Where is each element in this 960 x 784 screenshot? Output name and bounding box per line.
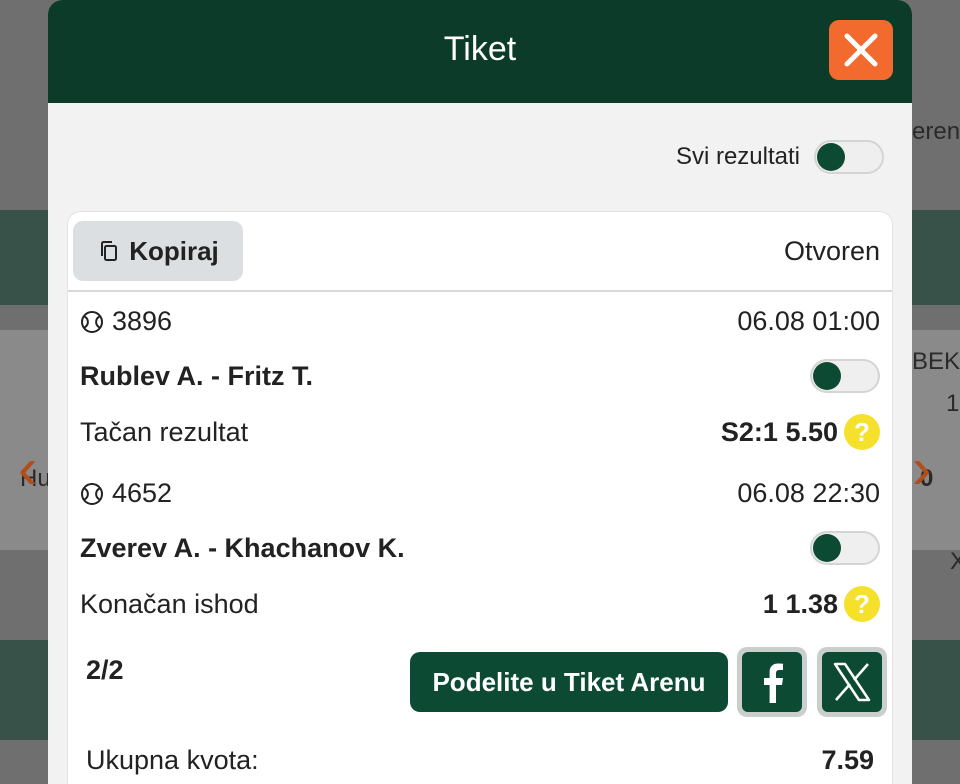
- bet-value: S2:1 5.50 ?: [721, 414, 880, 450]
- facebook-share-button[interactable]: [737, 647, 807, 717]
- event-header: 4652 06.08 22:30: [80, 478, 880, 509]
- bet-type: Tačan rezultat: [80, 416, 249, 447]
- event-match-row: Rublev A. - Fritz T.: [80, 359, 880, 393]
- close-button[interactable]: [829, 20, 893, 80]
- background-text: X: [950, 548, 960, 575]
- toggle-knob: [813, 362, 841, 390]
- event-id: 3896: [80, 306, 172, 337]
- x-share-button[interactable]: [817, 647, 887, 717]
- all-results-row: Svi rezultati: [676, 140, 884, 174]
- copy-button[interactable]: Kopiraj: [73, 221, 243, 281]
- bet-value-text: S2:1 5.50: [720, 416, 838, 447]
- carousel-next-icon[interactable]: ›: [912, 440, 931, 498]
- total-odds-label: Ukupna kvota:: [86, 745, 259, 775]
- close-x-icon: [844, 33, 878, 67]
- event-datetime: 06.08 22:30: [737, 478, 880, 508]
- modal-header: Tiket: [48, 0, 912, 103]
- event-id-text: 3896: [112, 306, 173, 336]
- event-match: Zverev A. - Khachanov K.: [80, 532, 405, 563]
- all-results-label: Svi rezultati: [675, 143, 800, 170]
- event-datetime: 06.08 01:00: [737, 306, 880, 336]
- total-odds-value: 7.59: [821, 745, 874, 775]
- toggle-knob: [817, 143, 845, 171]
- ticket-card: Kopiraj Otvoren 3896 06.08 01:00 Rublev …: [67, 211, 893, 784]
- bet-value: 1 1.38 ?: [763, 586, 880, 622]
- event-toggle[interactable]: [810, 531, 880, 565]
- background-text: BEKI: [912, 348, 960, 375]
- event-header: 3896 06.08 01:00: [80, 306, 880, 337]
- background-text: 17: [946, 390, 960, 417]
- carousel-prev-icon[interactable]: ‹: [18, 440, 37, 498]
- tennis-ball-icon: [81, 482, 103, 505]
- share-arena-button[interactable]: Podelite u Tiket Arenu: [410, 652, 728, 712]
- help-icon[interactable]: ?: [844, 414, 880, 450]
- event-id: 4652: [80, 478, 172, 509]
- x-icon: [822, 652, 882, 712]
- event-toggle[interactable]: [810, 359, 880, 393]
- event-count: 2/2: [86, 655, 124, 685]
- help-icon[interactable]: ?: [844, 586, 880, 622]
- event-match-row: Zverev A. - Khachanov K.: [80, 531, 880, 565]
- facebook-icon: [742, 652, 802, 712]
- event-match: Rublev A. - Fritz T.: [80, 360, 314, 391]
- copy-icon: [101, 241, 118, 261]
- event-id-text: 4652: [112, 478, 173, 508]
- modal-title: Tiket: [443, 30, 517, 68]
- toggle-knob: [813, 534, 841, 562]
- bet-type: Konačan ishod: [80, 588, 259, 619]
- ticket-modal: Tiket Svi rezultati Kopiraj Otvoren 3896…: [48, 0, 912, 784]
- bet-value-text: 1 1.38: [762, 588, 838, 619]
- event-bet-row: Tačan rezultat S2:1 5.50 ?: [80, 414, 880, 450]
- all-results-toggle[interactable]: [814, 140, 884, 174]
- ticket-card-header: Kopiraj Otvoren: [68, 212, 892, 292]
- ticket-status: Otvoren: [783, 236, 880, 266]
- event-bet-row: Konačan ishod 1 1.38 ?: [80, 586, 880, 622]
- copy-button-label: Kopiraj: [129, 235, 219, 266]
- background-text: erenc: [912, 118, 960, 145]
- tennis-ball-icon: [81, 310, 103, 333]
